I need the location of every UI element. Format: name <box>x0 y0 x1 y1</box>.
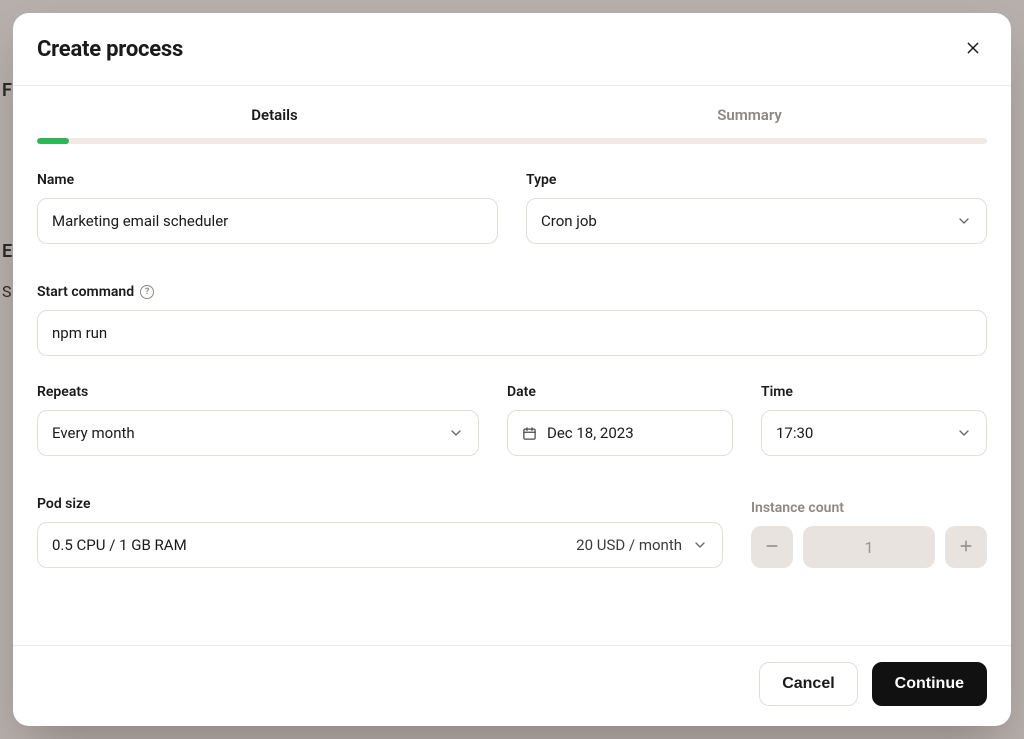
chevron-down-icon <box>956 425 972 441</box>
help-icon[interactable]: ? <box>140 285 154 299</box>
tabs: Details Summary <box>37 106 987 138</box>
minus-icon <box>764 536 780 558</box>
repeats-value: Every month <box>52 424 135 442</box>
close-icon <box>965 40 981 59</box>
date-input[interactable]: Dec 18, 2023 <box>507 410 733 456</box>
modal-title: Create process <box>37 37 183 62</box>
decrement-button[interactable] <box>751 526 793 568</box>
time-select[interactable]: 17:30 <box>761 410 987 456</box>
plus-icon <box>958 536 974 558</box>
create-process-modal: Create process Details Summary Name <box>13 13 1011 726</box>
chevron-down-icon <box>448 425 464 441</box>
time-value: 17:30 <box>776 424 813 442</box>
chevron-down-icon <box>956 213 972 229</box>
pod-size-spec: 0.5 CPU / 1 GB RAM <box>52 536 187 554</box>
tab-details[interactable]: Details <box>37 106 512 138</box>
modal-footer: Cancel Continue <box>13 645 1011 726</box>
progress-track <box>37 138 987 144</box>
form: Name Type Cron job Start command <box>37 144 987 568</box>
pod-size-price: 20 USD / month <box>576 536 682 554</box>
start-command-label: Start command ? <box>37 284 987 300</box>
type-label: Type <box>526 172 987 188</box>
name-label: Name <box>37 172 498 188</box>
repeats-label: Repeats <box>37 384 479 400</box>
start-command-label-text: Start command <box>37 284 134 300</box>
repeats-select[interactable]: Every month <box>37 410 479 456</box>
pod-size-label: Pod size <box>37 496 723 512</box>
instance-count-stepper: 1 <box>751 526 987 568</box>
date-label: Date <box>507 384 733 400</box>
name-input[interactable] <box>37 198 498 244</box>
instance-count-value[interactable]: 1 <box>803 526 935 568</box>
calendar-icon <box>522 426 537 441</box>
cancel-button[interactable]: Cancel <box>759 662 857 706</box>
time-label: Time <box>761 384 987 400</box>
tab-summary[interactable]: Summary <box>512 106 987 138</box>
date-value: Dec 18, 2023 <box>547 424 634 442</box>
close-button[interactable] <box>959 35 987 63</box>
start-command-input[interactable] <box>37 310 987 356</box>
type-select[interactable]: Cron job <box>526 198 987 244</box>
increment-button[interactable] <box>945 526 987 568</box>
modal-body: Details Summary Name Type Cron job <box>13 86 1011 645</box>
modal-header: Create process <box>13 13 1011 86</box>
progress-fill <box>37 138 69 144</box>
type-value: Cron job <box>541 212 597 230</box>
pod-size-select[interactable]: 0.5 CPU / 1 GB RAM 20 USD / month <box>37 522 723 568</box>
chevron-down-icon <box>692 537 708 553</box>
instance-count-label: Instance count <box>751 500 987 516</box>
continue-button[interactable]: Continue <box>872 662 987 706</box>
